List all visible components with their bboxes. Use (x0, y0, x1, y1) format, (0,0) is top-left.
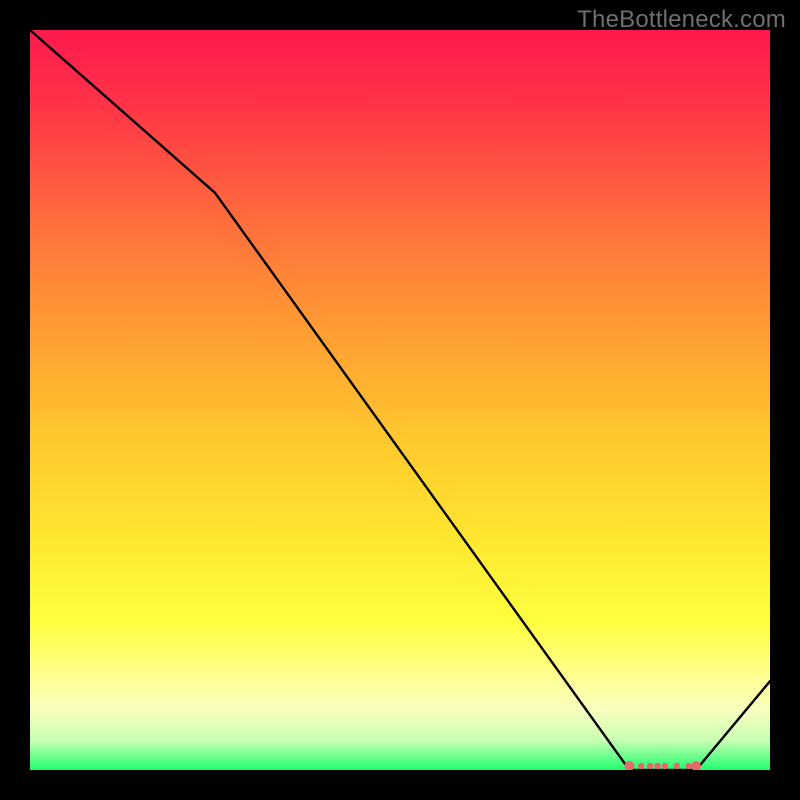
watermark-label: TheBottleneck.com (577, 6, 786, 34)
marker-dot (662, 763, 668, 769)
marker-dot (691, 761, 701, 770)
marker-dot (685, 763, 691, 769)
marker-dot (674, 763, 680, 769)
chart-frame: TheBottleneck.com (0, 0, 800, 800)
marker-dot (638, 763, 644, 769)
bottleneck-curve (30, 30, 770, 770)
marker-dot (647, 763, 653, 769)
marker-dot (624, 761, 634, 770)
optimal-zone-markers (624, 761, 701, 770)
chart-overlay-svg (30, 30, 770, 770)
marker-dot (654, 763, 660, 769)
